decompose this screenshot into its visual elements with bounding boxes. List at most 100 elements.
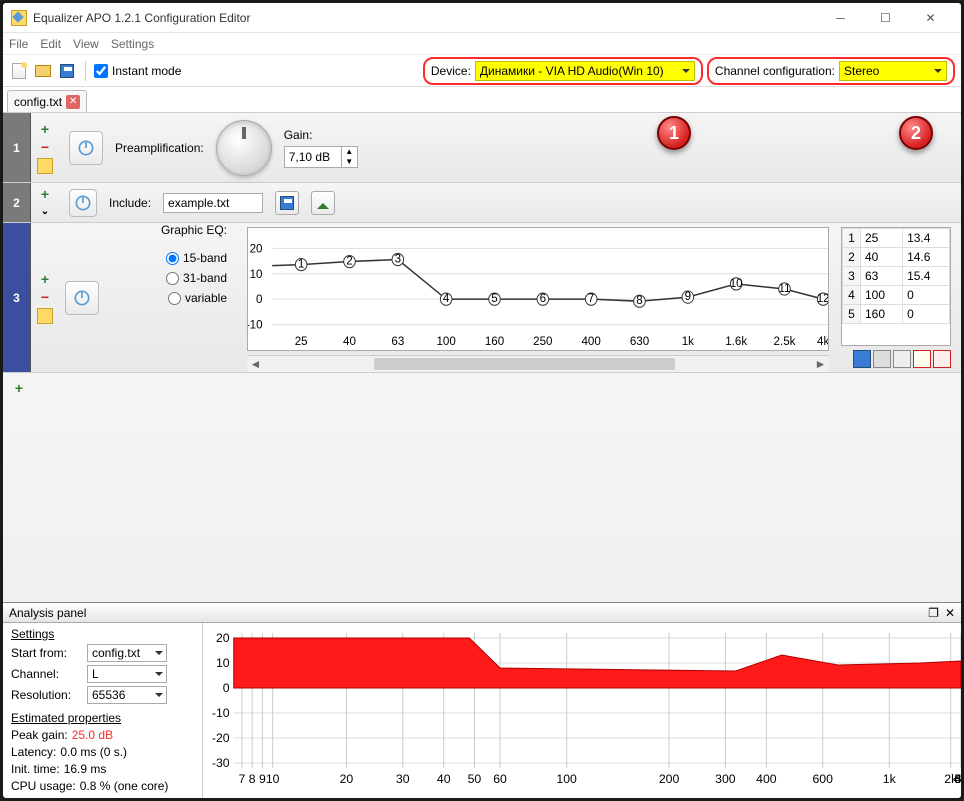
- scroll-left[interactable]: ◄: [247, 356, 264, 372]
- channel-select[interactable]: L: [87, 665, 167, 683]
- edit-button[interactable]: [37, 308, 53, 324]
- power-toggle[interactable]: [69, 131, 103, 165]
- svg-text:20: 20: [250, 241, 263, 255]
- table-row[interactable]: 41000: [843, 286, 950, 305]
- table-row[interactable]: 36315.4: [843, 267, 950, 286]
- app-icon: [11, 10, 27, 26]
- svg-text:1k: 1k: [682, 334, 694, 348]
- gain-input[interactable]: [285, 148, 341, 166]
- svg-text:200: 200: [659, 772, 680, 786]
- menu-file[interactable]: File: [9, 37, 28, 51]
- analysis-settings: Settings Start from: config.txt Channel:…: [3, 623, 203, 798]
- svg-text:-10: -10: [248, 317, 263, 331]
- svg-text:100: 100: [556, 772, 577, 786]
- add-button[interactable]: +: [37, 122, 53, 136]
- spin-up[interactable]: ▲: [342, 147, 357, 157]
- power-toggle[interactable]: [65, 281, 99, 315]
- save-file-button[interactable]: [57, 61, 77, 81]
- svg-text:12: 12: [817, 291, 828, 305]
- row-handle[interactable]: 3: [3, 223, 31, 372]
- table-row[interactable]: 51600: [843, 305, 950, 324]
- svg-text:4: 4: [443, 291, 450, 305]
- power-icon: [73, 193, 93, 213]
- svg-text:10: 10: [216, 656, 230, 670]
- svg-text:10: 10: [730, 276, 743, 290]
- resolution-label: Resolution:: [11, 688, 83, 702]
- include-file-input[interactable]: [163, 193, 263, 213]
- open-file-button[interactable]: [33, 61, 53, 81]
- svg-text:8: 8: [636, 293, 643, 307]
- include-open-button[interactable]: [311, 191, 335, 215]
- row-controls: + ⌄: [31, 183, 59, 222]
- table-row[interactable]: 24014.6: [843, 248, 950, 267]
- scroll-right[interactable]: ►: [812, 356, 829, 372]
- remove-button[interactable]: −: [37, 290, 53, 304]
- eq-values-table[interactable]: 12513.424014.636315.44100051600: [841, 227, 951, 346]
- menu-settings[interactable]: Settings: [111, 37, 154, 51]
- instant-mode-input[interactable]: [94, 64, 108, 78]
- row-preamp: 1 + − Preamplification: Gain: ▲▼: [3, 113, 961, 183]
- analysis-panel: Analysis panel ❐ ✕ Settings Start from: …: [3, 602, 961, 798]
- svg-text:1.6k: 1.6k: [725, 334, 747, 348]
- svg-text:2: 2: [346, 253, 353, 267]
- save-icon[interactable]: [853, 350, 871, 368]
- power-toggle[interactable]: [69, 189, 97, 217]
- new-file-button[interactable]: [9, 61, 29, 81]
- channel-config-select[interactable]: Stereo: [839, 61, 947, 81]
- close-panel-button[interactable]: ✕: [945, 606, 955, 620]
- row-handle[interactable]: 2: [3, 183, 31, 222]
- analysis-graph[interactable]: 20100-10-20-30 7891020304050601002003004…: [203, 623, 961, 798]
- close-button[interactable]: ✕: [908, 5, 953, 31]
- svg-text:60: 60: [493, 772, 507, 786]
- include-save-button[interactable]: [275, 191, 299, 215]
- table-row[interactable]: 12513.4: [843, 229, 950, 248]
- reset-icon[interactable]: [933, 350, 951, 368]
- eq-graph[interactable]: 20 10 0 -10 12: [247, 227, 829, 351]
- gain-knob[interactable]: [216, 120, 272, 176]
- menu-view[interactable]: View: [73, 37, 99, 51]
- add-row-area: +: [3, 373, 961, 403]
- import-icon[interactable]: [873, 350, 891, 368]
- undock-button[interactable]: ❐: [928, 606, 939, 620]
- add-row-button[interactable]: +: [11, 381, 27, 395]
- save-icon: [60, 64, 74, 78]
- svg-text:7: 7: [588, 291, 595, 305]
- minimize-button[interactable]: ─: [818, 5, 863, 31]
- spin-down[interactable]: ▼: [342, 157, 357, 167]
- invert-icon[interactable]: [893, 350, 911, 368]
- expand-button[interactable]: ⌄: [37, 205, 53, 219]
- menubar: File Edit View Settings: [3, 33, 961, 55]
- radio-15band[interactable]: 15-band: [166, 251, 227, 265]
- radio-31band[interactable]: 31-band: [166, 271, 227, 285]
- tab-config[interactable]: config.txt ✕: [7, 90, 87, 112]
- row-handle[interactable]: 1: [3, 113, 31, 182]
- init-time-label: Init. time:: [11, 762, 60, 776]
- add-button[interactable]: +: [37, 187, 53, 201]
- start-from-select[interactable]: config.txt: [87, 644, 167, 662]
- add-button[interactable]: +: [37, 272, 53, 286]
- analysis-header[interactable]: Analysis panel ❐ ✕: [3, 603, 961, 623]
- svg-text:5: 5: [491, 291, 498, 305]
- svg-text:2.5k: 2.5k: [774, 334, 796, 348]
- scroll-thumb[interactable]: [374, 358, 675, 370]
- row-controls: + −: [31, 113, 59, 182]
- instant-mode-checkbox[interactable]: Instant mode: [94, 64, 181, 78]
- menu-edit[interactable]: Edit: [40, 37, 61, 51]
- power-icon: [76, 138, 96, 158]
- svg-text:1: 1: [298, 256, 305, 270]
- preamp-label: Preamplification:: [115, 141, 204, 155]
- svg-text:600: 600: [812, 772, 833, 786]
- gain-spinner[interactable]: ▲▼: [284, 146, 358, 168]
- tab-close-button[interactable]: ✕: [66, 95, 80, 109]
- svg-text:40: 40: [437, 772, 451, 786]
- normalize-icon[interactable]: [913, 350, 931, 368]
- svg-text:0: 0: [256, 292, 263, 306]
- radio-variable[interactable]: variable: [168, 291, 227, 305]
- maximize-button[interactable]: ☐: [863, 5, 908, 31]
- device-select[interactable]: Динамики - VIA HD Audio(Win 10): [475, 61, 695, 81]
- eq-graph-scrollbar[interactable]: ◄ ►: [247, 355, 829, 372]
- edit-button[interactable]: [37, 158, 53, 174]
- remove-button[interactable]: −: [37, 140, 53, 154]
- titlebar: Equalizer APO 1.2.1 Configuration Editor…: [3, 3, 961, 33]
- resolution-select[interactable]: 65536: [87, 686, 167, 704]
